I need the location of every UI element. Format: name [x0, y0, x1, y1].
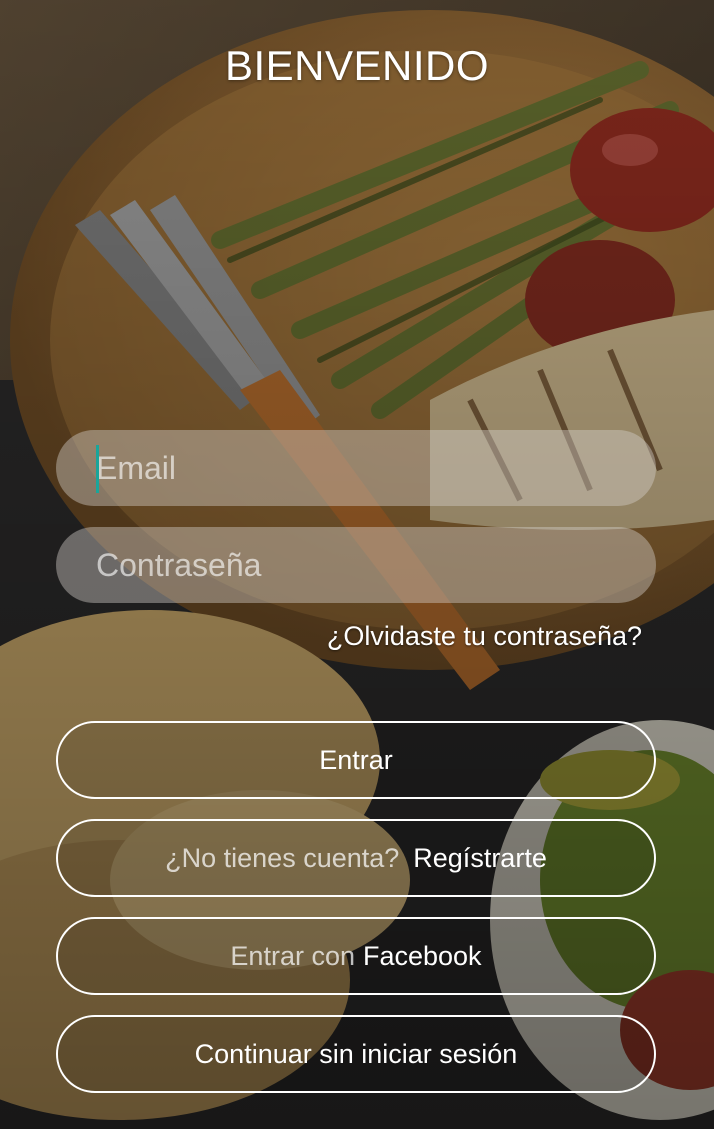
email-field[interactable]	[96, 430, 636, 506]
login-button-label: Entrar	[319, 744, 393, 775]
facebook-prefix: Entrar con	[230, 940, 355, 971]
text-cursor	[96, 445, 99, 493]
facebook-brand: Facebook	[362, 940, 482, 971]
login-button[interactable]: Entrar	[56, 721, 656, 799]
register-prompt: ¿No tienes cuenta?	[165, 842, 400, 873]
forgot-password-link[interactable]: ¿Olvidaste tu contraseña?	[327, 621, 642, 652]
password-field[interactable]	[96, 527, 636, 603]
email-field-container[interactable]	[56, 430, 656, 506]
page-title: BIENVENIDO	[224, 42, 490, 89]
facebook-login-button[interactable]: Entrar con Facebook	[56, 917, 656, 995]
register-button[interactable]: ¿No tienes cuenta? Regístrarte	[56, 819, 656, 897]
register-link[interactable]: Regístrarte	[413, 843, 547, 874]
guest-continue-button[interactable]: Continuar sin iniciar sesión	[56, 1015, 656, 1093]
password-field-container[interactable]	[56, 527, 656, 603]
guest-continue-label: Continuar sin iniciar sesión	[194, 1038, 518, 1069]
